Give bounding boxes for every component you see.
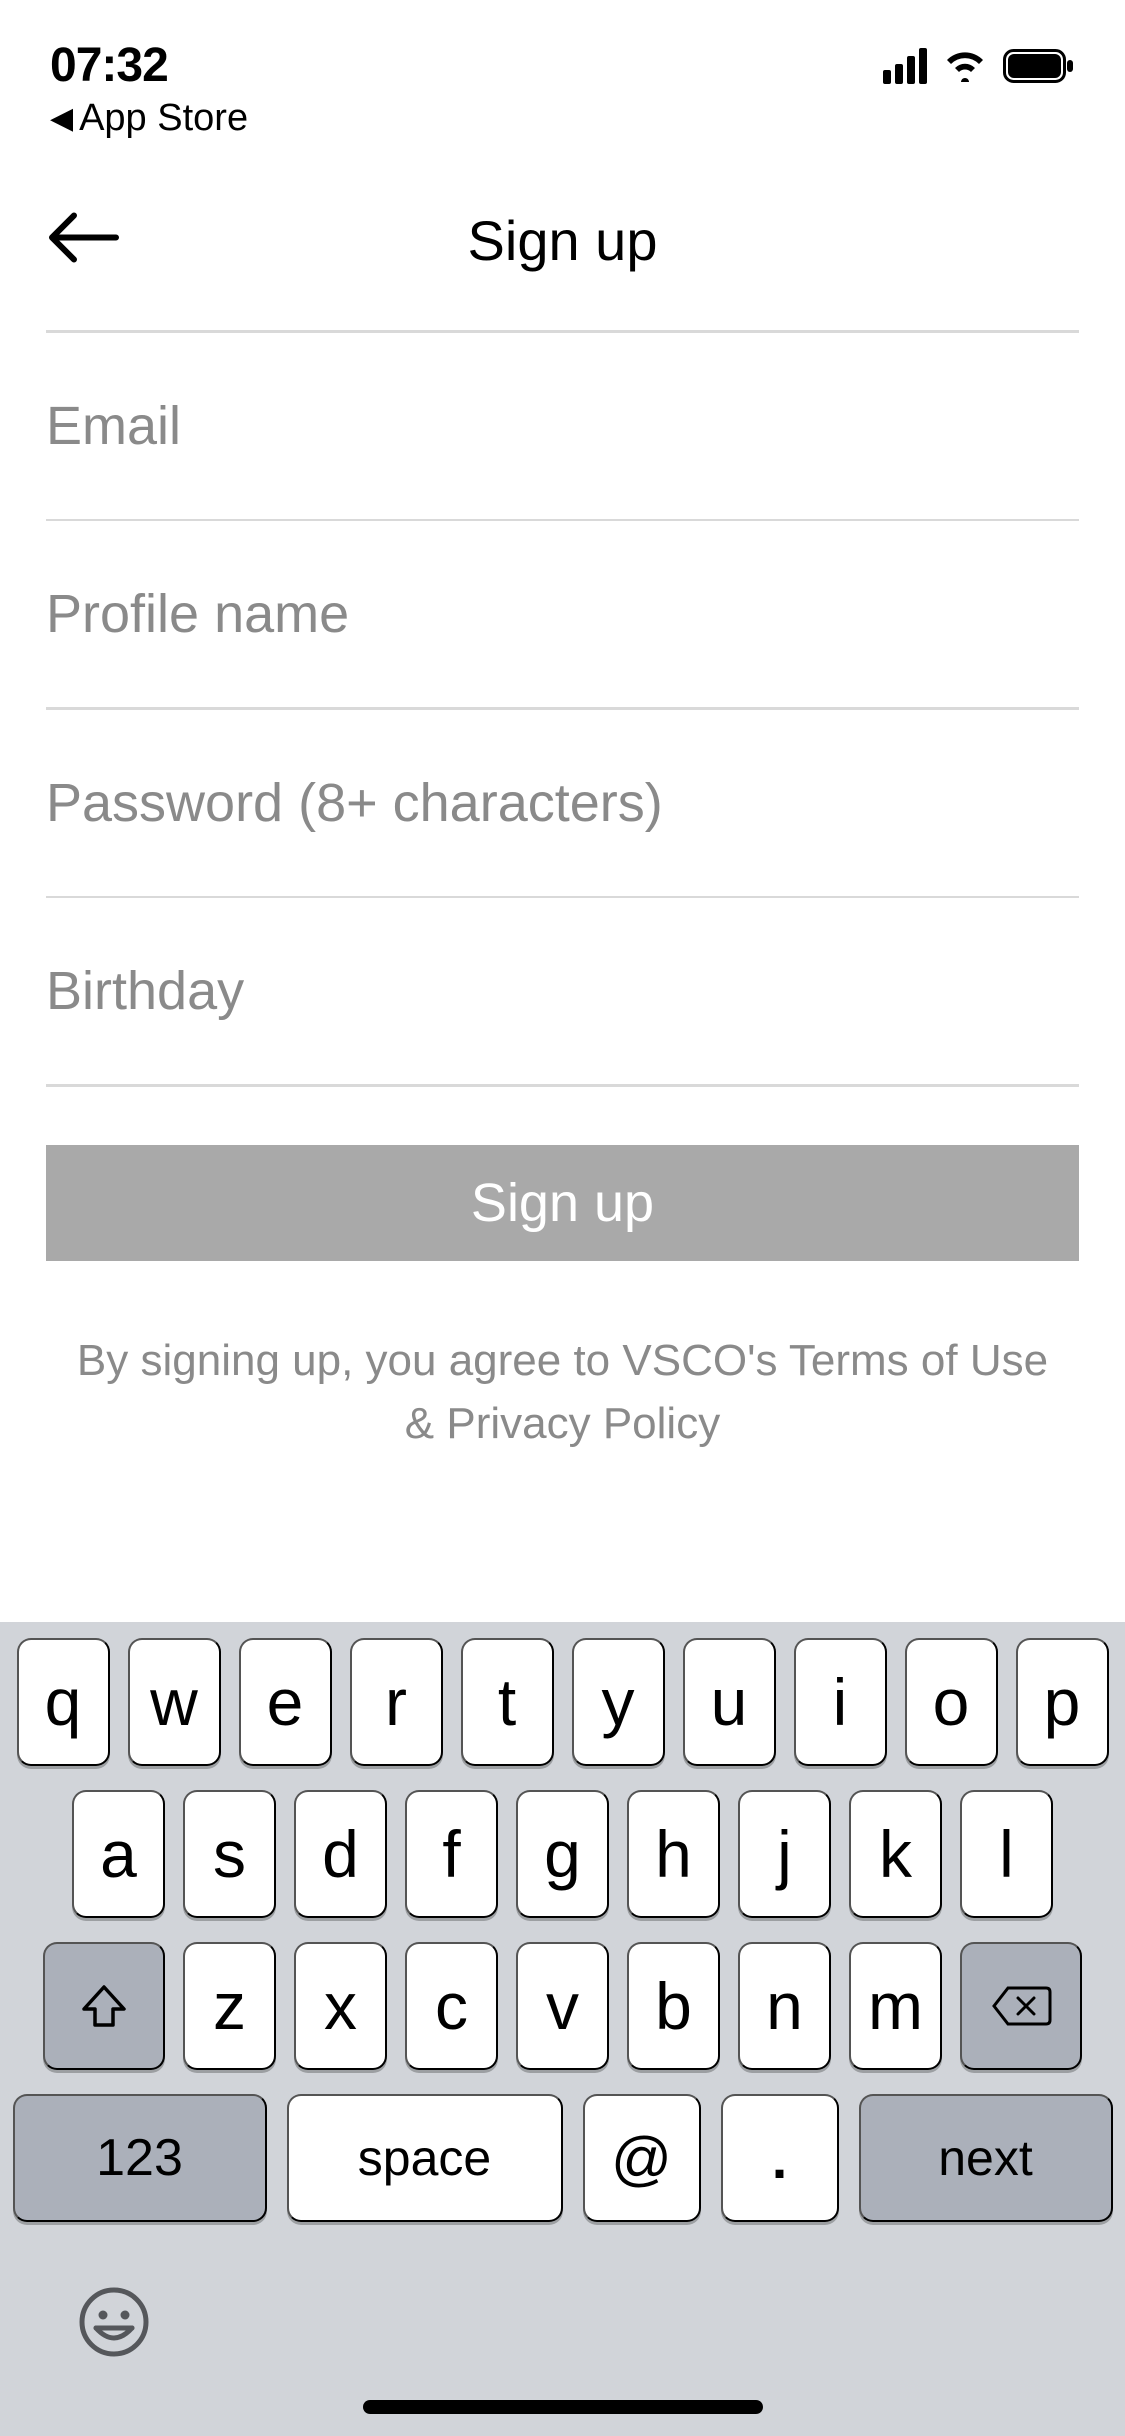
key-s[interactable]: s (183, 1790, 276, 1918)
profile-name-field-row (46, 521, 1079, 707)
terms-link[interactable]: Terms of Use (789, 1336, 1048, 1385)
key-m[interactable]: m (849, 1942, 942, 2070)
status-right (883, 48, 1075, 84)
profile-name-field[interactable] (46, 583, 1079, 645)
key-t[interactable]: t (461, 1638, 554, 1766)
battery-icon (1003, 49, 1075, 83)
password-field[interactable] (46, 772, 1079, 834)
key-z[interactable]: z (183, 1942, 276, 2070)
key-k[interactable]: k (849, 1790, 942, 1918)
key-l[interactable]: l (960, 1790, 1053, 1918)
breadcrumb-caret-icon: ◀ (50, 104, 73, 134)
next-key[interactable]: next (859, 2094, 1113, 2222)
key-r[interactable]: r (350, 1638, 443, 1766)
key-v[interactable]: v (516, 1942, 609, 2070)
key-u[interactable]: u (683, 1638, 776, 1766)
privacy-link[interactable]: Privacy Policy (446, 1399, 720, 1448)
key-h[interactable]: h (627, 1790, 720, 1918)
shift-key[interactable] (43, 1942, 165, 2070)
backspace-icon (990, 1984, 1052, 2028)
email-field-row (46, 333, 1079, 519)
keyboard: q w e r t y u i o p a s d f g h j k l z … (0, 1622, 1125, 2436)
back-button[interactable] (46, 212, 120, 269)
space-key[interactable]: space (287, 2094, 563, 2222)
numbers-key[interactable]: 123 (13, 2094, 267, 2222)
key-o[interactable]: o (905, 1638, 998, 1766)
cellular-icon (883, 48, 927, 84)
key-b[interactable]: b (627, 1942, 720, 2070)
password-field-row (46, 710, 1079, 896)
key-c[interactable]: c (405, 1942, 498, 2070)
status-bar: 07:32 ◀ App Store (0, 0, 1125, 90)
home-indicator[interactable] (363, 2400, 763, 2414)
key-a[interactable]: a (72, 1790, 165, 1918)
dot-key[interactable]: . (721, 2094, 839, 2222)
status-time: 07:32 (50, 38, 248, 93)
key-f[interactable]: f (405, 1790, 498, 1918)
emoji-button[interactable] (78, 2286, 150, 2363)
signup-form: Sign up By signing up, you agree to VSCO… (0, 330, 1125, 1456)
signup-button[interactable]: Sign up (46, 1145, 1079, 1261)
shift-icon (79, 1981, 129, 2031)
key-n[interactable]: n (738, 1942, 831, 2070)
wifi-icon (943, 50, 987, 82)
legal-text: By signing up, you agree to VSCO's Terms… (46, 1329, 1079, 1457)
legal-prefix: By signing up, you agree to VSCO's (77, 1336, 789, 1385)
keyboard-footer (0, 2246, 1125, 2436)
key-q[interactable]: q (17, 1638, 110, 1766)
navbar: Sign up (0, 150, 1125, 330)
birthday-field-row (46, 898, 1079, 1084)
at-key[interactable]: @ (583, 2094, 701, 2222)
breadcrumb-label: App Store (79, 97, 248, 140)
key-w[interactable]: w (128, 1638, 221, 1766)
arrow-left-icon (46, 212, 120, 264)
page-title: Sign up (468, 208, 658, 273)
keyboard-row-2: a s d f g h j k l (0, 1790, 1125, 1942)
email-field[interactable] (46, 395, 1079, 457)
status-left: 07:32 ◀ App Store (50, 38, 248, 140)
key-y[interactable]: y (572, 1638, 665, 1766)
key-p[interactable]: p (1016, 1638, 1109, 1766)
keyboard-row-4: 123 space @ . next (0, 2094, 1125, 2246)
key-i[interactable]: i (794, 1638, 887, 1766)
breadcrumb[interactable]: ◀ App Store (50, 97, 248, 140)
key-x[interactable]: x (294, 1942, 387, 2070)
birthday-field[interactable] (46, 960, 1079, 1022)
key-j[interactable]: j (738, 1790, 831, 1918)
divider (46, 1084, 1079, 1087)
emoji-icon (78, 2286, 150, 2358)
key-d[interactable]: d (294, 1790, 387, 1918)
backspace-key[interactable] (960, 1942, 1082, 2070)
key-g[interactable]: g (516, 1790, 609, 1918)
key-e[interactable]: e (239, 1638, 332, 1766)
keyboard-row-3: z x c v b n m (0, 1942, 1125, 2094)
keyboard-row-1: q w e r t y u i o p (0, 1638, 1125, 1790)
legal-amp: & (405, 1399, 447, 1448)
